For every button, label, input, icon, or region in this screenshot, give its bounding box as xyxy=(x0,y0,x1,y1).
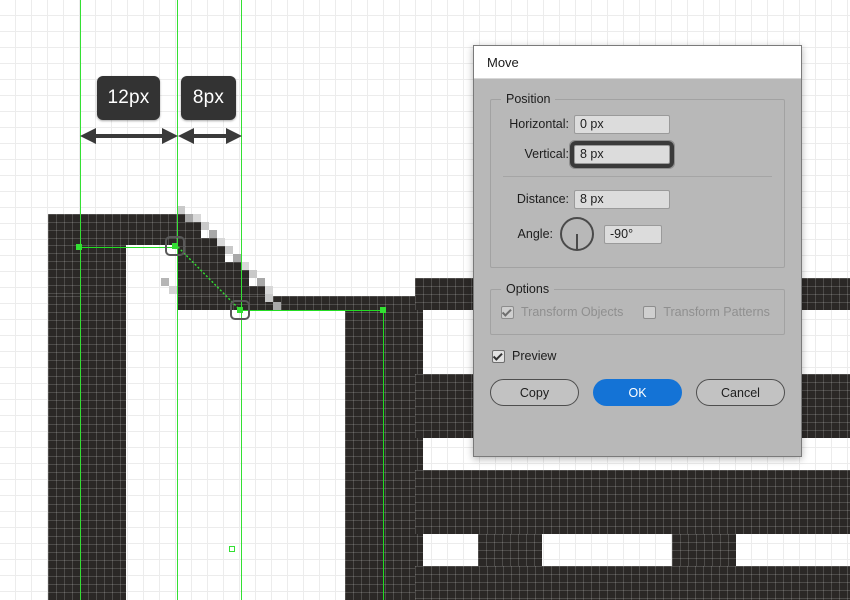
anchor-point-center-marker[interactable] xyxy=(229,546,235,552)
measurement-label: 8px xyxy=(192,87,225,108)
options-legend: Options xyxy=(506,282,550,296)
pixel-shape-top-left-lower xyxy=(48,245,126,296)
measurement-badge-8px: 8px xyxy=(181,76,236,120)
antialias-pixel xyxy=(209,230,217,238)
transform-patterns-option[interactable]: Transform Patterns xyxy=(643,305,770,319)
vertical-input[interactable]: 8 px xyxy=(570,140,674,168)
distance-value: 8 px xyxy=(580,192,604,206)
distance-input[interactable]: 8 px xyxy=(574,189,670,209)
angle-label: Angle: xyxy=(517,227,553,241)
ok-button-label: OK xyxy=(628,385,647,400)
measurement-label: 12px xyxy=(107,87,150,108)
selection-path-horizontal-2 xyxy=(241,310,384,311)
ok-button[interactable]: OK xyxy=(593,379,682,406)
dialog-title-bar: Move xyxy=(474,46,801,79)
preview-option[interactable]: Preview xyxy=(492,349,785,363)
selection-path-horizontal xyxy=(80,247,178,248)
antialias-pixel xyxy=(169,286,177,294)
position-group: Position Horizontal: 0 px Vertical: 8 px… xyxy=(490,92,785,268)
horizontal-row: Horizontal: 0 px xyxy=(501,110,774,138)
options-group: Options Transform Objects Transform Patt… xyxy=(490,282,785,335)
vertical-row: Vertical: 8 px xyxy=(501,138,774,170)
antialias-pixel xyxy=(265,294,273,302)
pixel-shape-mid-col xyxy=(345,296,423,600)
distance-row: Distance: 8 px xyxy=(501,185,774,213)
preview-checkbox[interactable] xyxy=(492,349,505,363)
measurement-arrow-8px xyxy=(178,128,242,144)
selection-path-vertical xyxy=(383,310,384,600)
antialias-pixel xyxy=(273,302,281,310)
anchor-point-left[interactable] xyxy=(76,244,82,250)
pixel-shape-left-column xyxy=(48,296,126,600)
dialog-button-row: Copy OK Cancel xyxy=(490,379,785,406)
horizontal-input[interactable]: 0 px xyxy=(574,114,670,134)
transform-objects-option[interactable]: Transform Objects xyxy=(501,305,623,319)
antialias-pixel xyxy=(265,286,273,294)
antialias-pixel xyxy=(193,214,201,222)
dialog-body: Position Horizontal: 0 px Vertical: 8 px… xyxy=(474,79,801,406)
position-legend: Position xyxy=(506,92,551,106)
move-dialog[interactable]: Move Position Horizontal: 0 px Vertical:… xyxy=(473,45,802,457)
group-divider xyxy=(503,176,772,177)
pixel-shape-right-arm-2 xyxy=(415,470,850,534)
measurement-arrow-12px xyxy=(80,128,178,144)
transform-patterns-checkbox[interactable] xyxy=(643,305,657,319)
copy-button[interactable]: Copy xyxy=(490,379,579,406)
antialias-pixel xyxy=(185,214,193,222)
app-root: 12px 8px Move Position Horizontal: 0 px … xyxy=(0,0,850,600)
angle-value: -90° xyxy=(610,227,634,241)
transform-patterns-label: Transform Patterns xyxy=(663,305,770,319)
antialias-pixel xyxy=(217,238,225,246)
horizontal-value: 0 px xyxy=(580,117,604,131)
angle-row: Angle: -90° xyxy=(501,213,774,255)
anchor-point-right[interactable] xyxy=(380,307,386,313)
copy-button-label: Copy xyxy=(519,385,550,400)
cancel-button[interactable]: Cancel xyxy=(696,379,785,406)
distance-label: Distance: xyxy=(516,192,569,206)
anchor-point-origin[interactable] xyxy=(172,243,178,249)
antialias-pixel xyxy=(177,206,185,214)
antialias-pixel xyxy=(161,278,169,286)
angle-dial-needle xyxy=(576,234,578,249)
measurement-badge-12px: 12px xyxy=(97,76,160,120)
vertical-value: 8 px xyxy=(580,147,604,161)
pixel-shape-bottom-bar xyxy=(415,566,850,600)
angle-dial[interactable] xyxy=(560,217,594,251)
antialias-pixel xyxy=(201,222,209,230)
antialias-pixel xyxy=(233,254,241,262)
vertical-label: Vertical: xyxy=(524,147,569,161)
antialias-pixel xyxy=(241,262,249,270)
anchor-point-target[interactable] xyxy=(237,307,243,313)
horizontal-label: Horizontal: xyxy=(509,117,569,131)
antialias-pixel xyxy=(225,246,233,254)
transform-objects-checkbox[interactable] xyxy=(501,305,514,319)
antialias-pixel xyxy=(249,270,257,278)
vertical-guide-2[interactable] xyxy=(177,0,178,600)
transform-objects-label: Transform Objects xyxy=(521,305,624,319)
dialog-title: Move xyxy=(487,54,519,70)
pixel-shape-foot-2 xyxy=(672,534,736,566)
vertical-guide-1[interactable] xyxy=(80,0,81,600)
antialias-pixel xyxy=(257,278,265,286)
pixel-shape-foot-1 xyxy=(478,534,542,566)
pixel-shape-stair-3 xyxy=(177,262,249,286)
cancel-button-label: Cancel xyxy=(721,385,760,400)
preview-label: Preview xyxy=(512,349,557,363)
pixel-shape-top-left xyxy=(48,214,177,245)
angle-input[interactable]: -90° xyxy=(604,224,662,244)
